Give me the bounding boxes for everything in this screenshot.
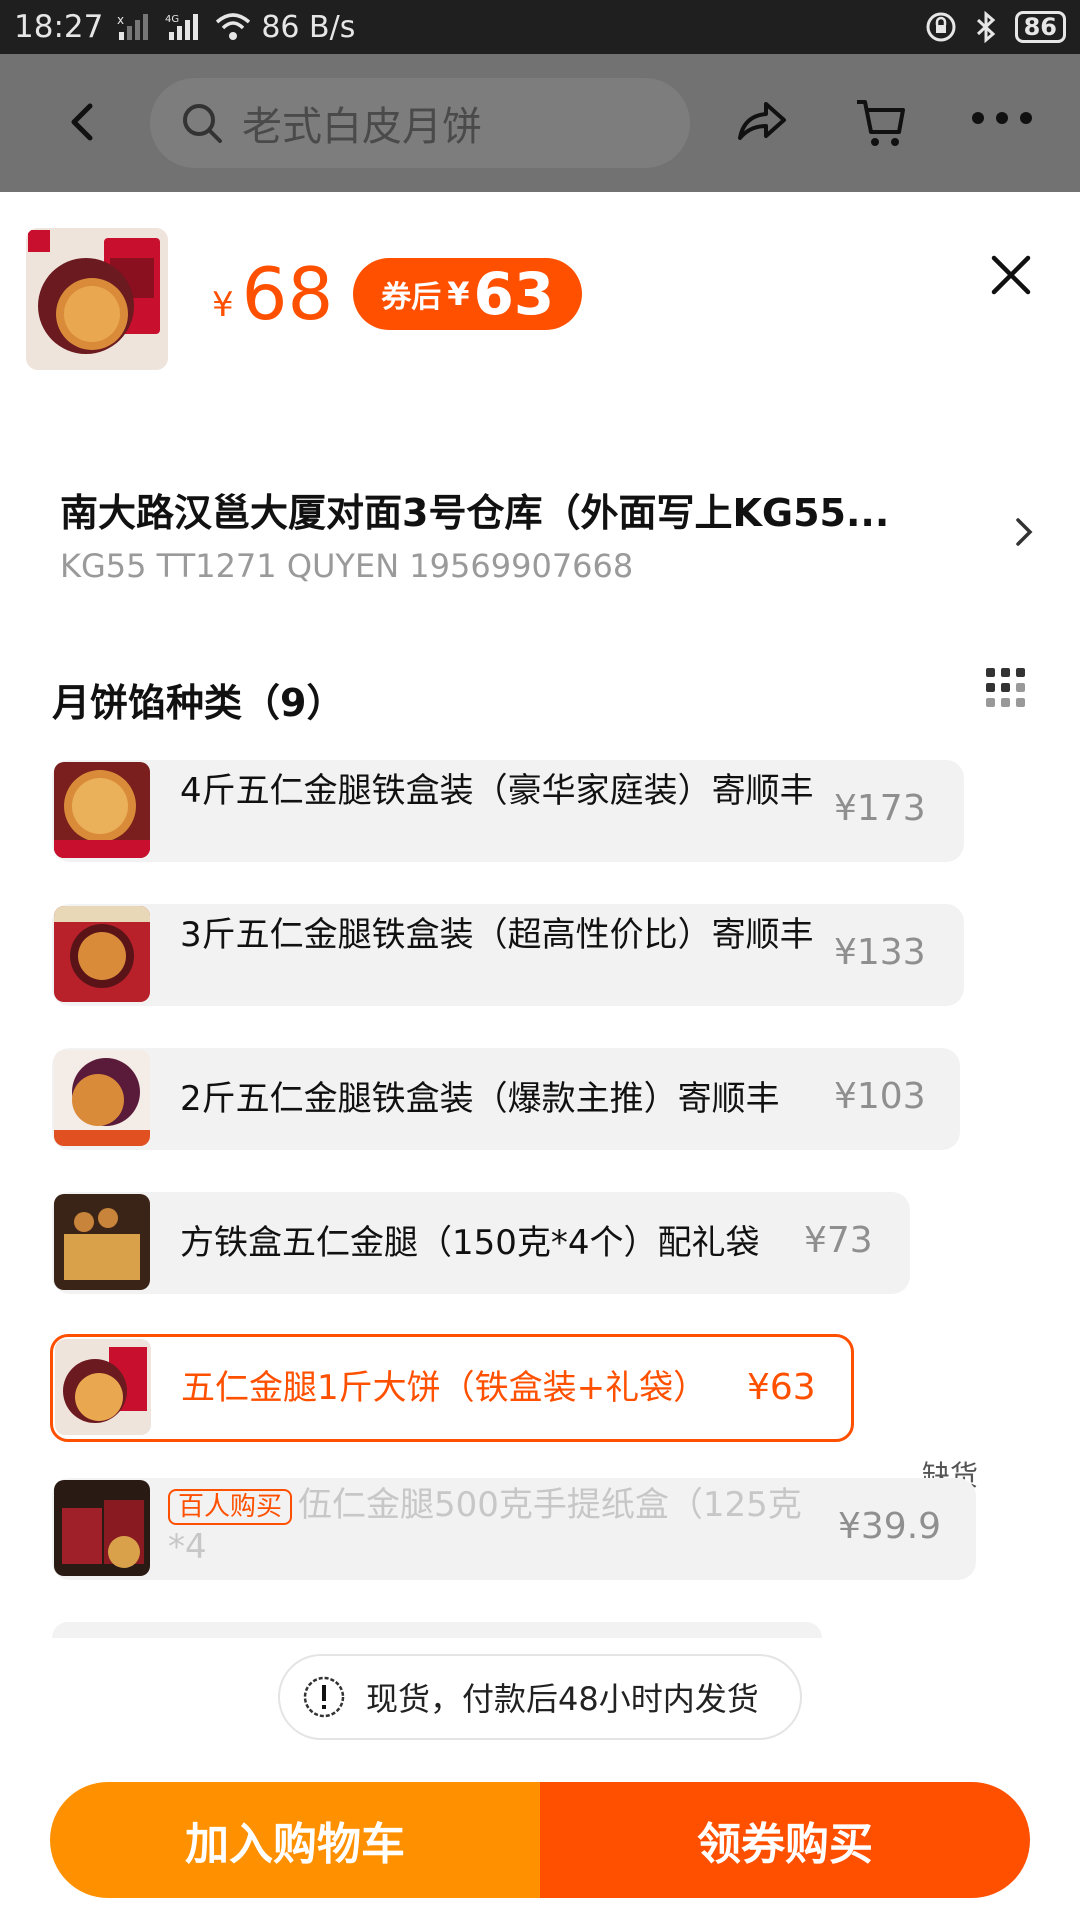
mooncake-image xyxy=(26,228,168,370)
search-bar[interactable]: 老式白皮月饼 xyxy=(150,78,690,168)
coupon-price-badge: 券后 ¥ 63 xyxy=(353,258,583,330)
shipping-address[interactable]: 南大路汉邕大厦对面3号仓库（外面写上KG55... KG55 TT1271 QU… xyxy=(60,482,1020,585)
sku-option-thumbnail xyxy=(54,906,150,1002)
popularity-tag: 百人购买 xyxy=(168,1488,293,1525)
status-bar: 18:27 x 4G 86 B/s 86 xyxy=(0,0,1080,54)
battery-indicator: 86 xyxy=(1014,11,1066,43)
product-thumbnail[interactable] xyxy=(26,228,168,370)
status-icons-right: 86 xyxy=(925,11,1066,43)
bluetooth-icon xyxy=(976,11,995,43)
more-icon[interactable] xyxy=(970,108,1034,128)
sku-option-name: 3斤五仁金腿铁盒装（超高性价比）寄顺丰 xyxy=(180,915,814,955)
sku-option[interactable]: 3斤五仁金腿铁盒装（超高性价比）寄顺丰 ¥133 xyxy=(52,904,964,1006)
coupon-currency: ¥ xyxy=(447,275,470,313)
network-speed: 86 B/s xyxy=(261,9,356,45)
sku-option-thumbnail xyxy=(54,1050,150,1146)
back-arrow-icon[interactable] xyxy=(56,94,112,150)
info-icon xyxy=(303,1676,345,1718)
price-value: 68 xyxy=(241,252,334,336)
address-line1: 南大路汉邕大厦对面3号仓库（外面写上KG55... xyxy=(60,491,890,535)
price-currency: ¥ xyxy=(212,285,234,325)
grid-view-icon[interactable] xyxy=(984,666,1028,710)
status-time: 18:27 xyxy=(14,9,104,45)
sku-panel: ¥ 68 券后 ¥ 63 南大路汉邕大厦对面3号仓库（外面写上KG55... K… xyxy=(0,192,1080,1920)
sku-option-name: 百人购买 伍仁金腿500克手提纸盒（125克*4 xyxy=(168,1484,828,1568)
shipping-note: 现货，付款后48小时内发货 xyxy=(278,1654,802,1740)
sku-option-price: ¥73 xyxy=(804,1220,873,1261)
sku-option-thumbnail xyxy=(54,1480,150,1576)
coupon-buy-button[interactable]: 领券购买 xyxy=(540,1782,1030,1898)
chevron-right-icon[interactable] xyxy=(1012,512,1038,552)
wifi-icon xyxy=(216,13,251,40)
address-line2: KG55 TT1271 QUYEN 19569907668 xyxy=(60,547,634,585)
signal-off-icon: x xyxy=(117,13,149,40)
sku-option-thumbnail xyxy=(55,1339,151,1435)
sku-option-name: 五仁金腿1斤大饼（铁盒装+礼袋） xyxy=(181,1368,708,1408)
add-to-cart-button[interactable]: 加入购物车 xyxy=(50,1782,540,1898)
top-nav-bar: 老式白皮月饼 xyxy=(0,54,1080,192)
sku-option-price: ¥133 xyxy=(834,932,926,973)
signal-4g-icon: 4G xyxy=(165,14,199,40)
sku-option[interactable]: 方铁盒五仁金腿（150克*4个）配礼袋 ¥73 xyxy=(52,1192,910,1294)
sku-option-price: ¥103 xyxy=(834,1076,926,1117)
price-row: ¥ 68 券后 ¥ 63 xyxy=(212,252,583,336)
sku-option-thumbnail xyxy=(54,1194,150,1290)
coupon-price: 63 xyxy=(473,260,555,328)
sku-option-selected[interactable]: 五仁金腿1斤大饼（铁盒装+礼袋） ¥63 xyxy=(50,1334,854,1442)
svg-text:x: x xyxy=(117,13,124,27)
sku-option-price: ¥63 xyxy=(747,1367,816,1408)
lock-rotation-icon xyxy=(926,12,956,42)
sku-option-disabled[interactable]: 百人购买 伍仁金腿500克手提纸盒（125克*4 ¥39.9 xyxy=(52,1478,976,1580)
status-icons-left: x 4G 86 B/s xyxy=(117,10,355,45)
coupon-label: 券后 xyxy=(381,280,442,315)
cart-icon[interactable] xyxy=(853,94,909,150)
search-placeholder: 老式白皮月饼 xyxy=(242,104,482,150)
share-icon[interactable] xyxy=(734,94,788,148)
sku-option-name: 方铁盒五仁金腿（150克*4个）配礼袋 xyxy=(180,1223,760,1263)
sku-option-name: 2斤五仁金腿铁盒装（爆款主推）寄顺丰 xyxy=(180,1079,780,1119)
svg-text:4G: 4G xyxy=(165,14,179,25)
shipping-note-text: 现货，付款后48小时内发货 xyxy=(366,1680,759,1718)
sku-option-name: 4斤五仁金腿铁盒装（豪华家庭装）寄顺丰 xyxy=(180,771,814,811)
sku-option-price: ¥39.9 xyxy=(838,1506,942,1547)
sku-option-partial[interactable] xyxy=(52,1622,822,1638)
close-icon[interactable] xyxy=(986,250,1036,300)
sku-option[interactable]: 4斤五仁金腿铁盒装（豪华家庭装）寄顺丰 ¥173 xyxy=(52,760,964,862)
sku-option[interactable]: 2斤五仁金腿铁盒装（爆款主推）寄顺丰 ¥103 xyxy=(52,1048,960,1150)
sku-option-thumbnail xyxy=(54,762,150,858)
search-icon xyxy=(183,104,222,143)
sku-option-price: ¥173 xyxy=(834,788,926,829)
section-title: 月饼馅种类（9） xyxy=(52,681,345,725)
